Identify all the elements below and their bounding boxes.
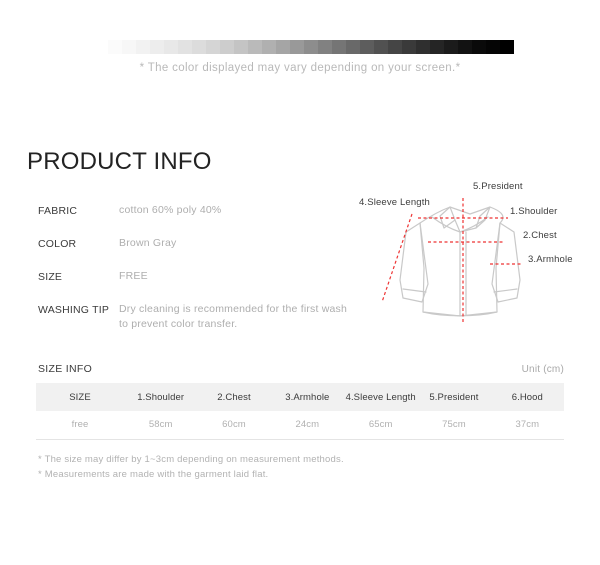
size-info-title: SIZE INFO	[38, 363, 93, 375]
color-swatch	[276, 40, 290, 54]
color-swatch	[122, 40, 136, 54]
color-swatch	[374, 40, 388, 54]
diagram-label-shoulder: 1.Shoulder	[510, 206, 558, 217]
size-note: * Measurements are made with the garment…	[38, 469, 269, 480]
table-cell: 60cm	[197, 411, 271, 440]
color-swatch	[220, 40, 234, 54]
color-swatch	[248, 40, 262, 54]
color-swatch	[402, 40, 416, 54]
color-disclaimer-text: * The color displayed may vary depending…	[139, 62, 461, 74]
color-swatch	[192, 40, 206, 54]
color-swatch	[500, 40, 514, 54]
spec-value: Brown Gray	[119, 237, 177, 249]
spec-row: SIZE FREE	[38, 269, 358, 284]
size-info-unit: Unit (cm)	[521, 364, 564, 375]
color-swatch	[150, 40, 164, 54]
size-note: * The size may differ by 1~3cm depending…	[38, 454, 344, 465]
color-swatch	[234, 40, 248, 54]
diagram-label-sleeve-length: 4.Sleeve Length	[359, 197, 430, 208]
page-title: PRODUCT INFO	[27, 148, 212, 175]
table-cell: 65cm	[343, 411, 418, 440]
spec-row: COLOR Brown Gray	[38, 236, 358, 251]
table-column-header: 1.Shoulder	[124, 383, 198, 411]
color-swatch	[458, 40, 472, 54]
table-column-header: SIZE	[36, 383, 124, 411]
table-cell: 75cm	[417, 411, 491, 440]
color-swatch	[416, 40, 430, 54]
spec-value: FREE	[119, 270, 148, 282]
color-swatch	[262, 40, 276, 54]
table-column-header: 6.Hood	[490, 383, 564, 411]
color-swatch	[290, 40, 304, 54]
color-swatch	[108, 40, 122, 54]
color-swatch	[472, 40, 486, 54]
color-swatch	[444, 40, 458, 54]
spec-label: COLOR	[38, 238, 77, 250]
color-swatch	[136, 40, 150, 54]
product-detail-page: * The color displayed may vary depending…	[0, 0, 600, 565]
garment-measurement-diagram: 5.President 4.Sleeve Length 1.Shoulder 2…	[356, 176, 584, 338]
table-cell: free	[36, 411, 124, 440]
spec-label: WASHING TIP	[38, 304, 110, 316]
spec-label: SIZE	[38, 271, 63, 283]
spec-value: Dry cleaning is recommended for the firs…	[119, 303, 348, 330]
size-info-header: SIZE INFO Unit (cm)	[38, 363, 564, 375]
color-swatch	[486, 40, 500, 54]
color-swatch	[360, 40, 374, 54]
size-info-table: SIZE 1.Shoulder 2.Chest 3.Armhole 4.Sleeve L…	[36, 383, 564, 440]
color-swatch	[94, 40, 108, 54]
table-header-row: SIZE 1.Shoulder 2.Chest 3.Armhole 4.Sleeve L…	[36, 383, 564, 411]
diagram-label-armhole: 3.Armhole	[528, 254, 573, 265]
color-swatch	[318, 40, 332, 54]
table-cell: 58cm	[124, 411, 198, 440]
color-gradient-bar	[94, 40, 514, 54]
color-swatch	[430, 40, 444, 54]
color-swatch	[304, 40, 318, 54]
size-info-notes: * The size may differ by 1~3cm depending…	[38, 452, 344, 482]
color-swatch	[388, 40, 402, 54]
table-column-header: 3.Armhole	[270, 383, 344, 411]
table-column-header: 4.Sleeve Length	[343, 383, 418, 411]
table-cell: 24cm	[270, 411, 344, 440]
color-swatch	[346, 40, 360, 54]
spec-label: FABRIC	[38, 205, 78, 217]
spec-row: WASHING TIP Dry cleaning is recommended f…	[38, 302, 358, 332]
table-column-header: 5.President	[417, 383, 491, 411]
color-swatch	[178, 40, 192, 54]
diagram-label-president: 5.President	[473, 181, 523, 192]
color-swatch	[332, 40, 346, 54]
color-swatch	[164, 40, 178, 54]
spec-row: FABRIC cotton 60% poly 40%	[38, 203, 358, 218]
spec-value: cotton 60% poly 40%	[119, 204, 222, 216]
product-spec-list: FABRIC cotton 60% poly 40% COLOR Brown Gray…	[38, 203, 358, 332]
table-cell: 37cm	[490, 411, 564, 440]
table-row: free 58cm 60cm 24cm 65cm 75cm 37cm	[36, 411, 564, 440]
table-column-header: 2.Chest	[197, 383, 271, 411]
diagram-label-chest: 2.Chest	[523, 230, 557, 241]
color-swatch	[206, 40, 220, 54]
table-body: free 58cm 60cm 24cm 65cm 75cm 37cm	[36, 411, 564, 440]
